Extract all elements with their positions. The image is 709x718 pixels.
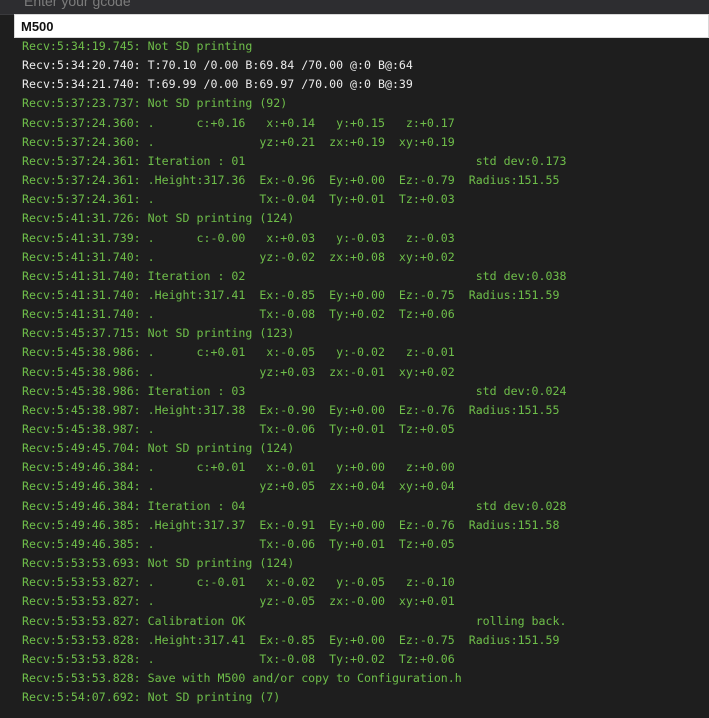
terminal-line: Recv:5:34:19.745: Not SD printing [22,39,253,53]
terminal-line: Recv:5:45:38.986: Iteration : 03 std dev… [22,383,567,398]
terminal-line: Recv:5:53:53.828: Save with M500 and/or … [22,670,462,685]
terminal-line: Recv:5:45:38.986: . yz:+0.03 zx:-0.01 xy… [22,364,455,379]
terminal-line: Recv:5:49:46.384: Iteration : 04 std dev… [22,498,567,513]
terminal-line: Recv:5:41:31.740: . yz:-0.02 zx:+0.08 xy… [22,249,455,264]
terminal-line: Recv:5:53:53.827: Calibration OK rolling… [22,613,567,628]
terminal-line: Recv:5:49:46.385: .Height:317.37 Ex:-0.9… [22,517,560,532]
terminal-line: Recv:5:49:46.385: . Tx:-0.06 Ty:+0.01 Tz… [22,536,455,551]
terminal-line: Recv:5:53:53.827: . c:-0.01 x:-0.02 y:-0… [22,575,455,590]
terminal-line: Recv:5:45:38.987: .Height:317.38 Ex:-0.9… [22,402,560,417]
terminal-line: Recv:5:49:46.384: . c:+0.01 x:-0.01 y:+0… [22,460,455,475]
terminal-line: Recv:5:45:38.986: . c:+0.01 x:-0.05 y:-0… [22,345,455,360]
terminal-line: Recv:5:53:53.693: Not SD printing (124) [22,556,295,571]
terminal-line: Recv:5:34:21.740: T:69.99 /0.00 B:69.97 … [22,77,413,92]
gcode-command-input[interactable] [14,14,709,38]
terminal-line: Recv:5:37:24.361: . Tx:-0.04 Ty:+0.01 Tz… [22,192,455,207]
terminal-line: Recv:5:53:53.828: .Height:317.41 Ex:-0.8… [22,632,560,647]
terminal-line: Recv:5:41:31.740: . Tx:-0.08 Ty:+0.02 Tz… [22,307,455,322]
terminal-line: Recv:5:41:31.739: . c:-0.00 x:+0.03 y:-0… [22,230,455,245]
terminal-line: Recv:5:37:24.361: Iteration : 01 std dev… [22,153,567,168]
terminal-line: Recv:5:45:37.715: Not SD printing (123) [22,326,295,341]
terminal-line: Recv:5:49:45.704: Not SD printing (124) [22,441,295,456]
terminal-line: Recv:5:45:38.987: . Tx:-0.06 Ty:+0.01 Tz… [22,422,455,436]
terminal-line: Recv:5:49:46.384: . yz:+0.05 zx:+0.04 xy… [22,479,455,494]
terminal-output[interactable]: Recv:5:34:19.745: Not SD printing Recv:5:… [14,38,709,718]
terminal-line: Recv:5:54:07.692: Not SD printing (7) [22,690,281,705]
terminal-line: Recv:5:37:24.360: . c:+0.16 x:+0.14 y:+0… [22,115,455,130]
terminal-line: Recv:5:37:24.361: .Height:317.36 Ex:-0.9… [22,173,560,188]
terminal-line: Recv:5:53:53.828: . Tx:-0.08 Ty:+0.02 Tz… [22,651,455,666]
previous-command-input[interactable]: Enter your gcode [0,0,709,15]
terminal-line: Recv:5:41:31.740: .Height:317.41 Ex:-0.8… [22,287,560,302]
previous-input-placeholder: Enter your gcode [24,0,131,9]
terminal-line: Recv:5:34:20.740: T:70.10 /0.00 B:69.84 … [22,58,413,73]
terminal-line: Recv:5:37:24.360: . yz:+0.21 zx:+0.19 xy… [22,134,455,149]
terminal-line: Recv:5:41:31.740: Iteration : 02 std dev… [22,268,567,283]
terminal-line: Recv:5:37:23.737: Not SD printing (92) [22,96,288,111]
terminal-line: Recv:5:41:31.726: Not SD printing (124) [22,211,295,226]
terminal-line: Recv:5:53:53.827: . yz:-0.05 zx:-0.00 xy… [22,594,455,609]
